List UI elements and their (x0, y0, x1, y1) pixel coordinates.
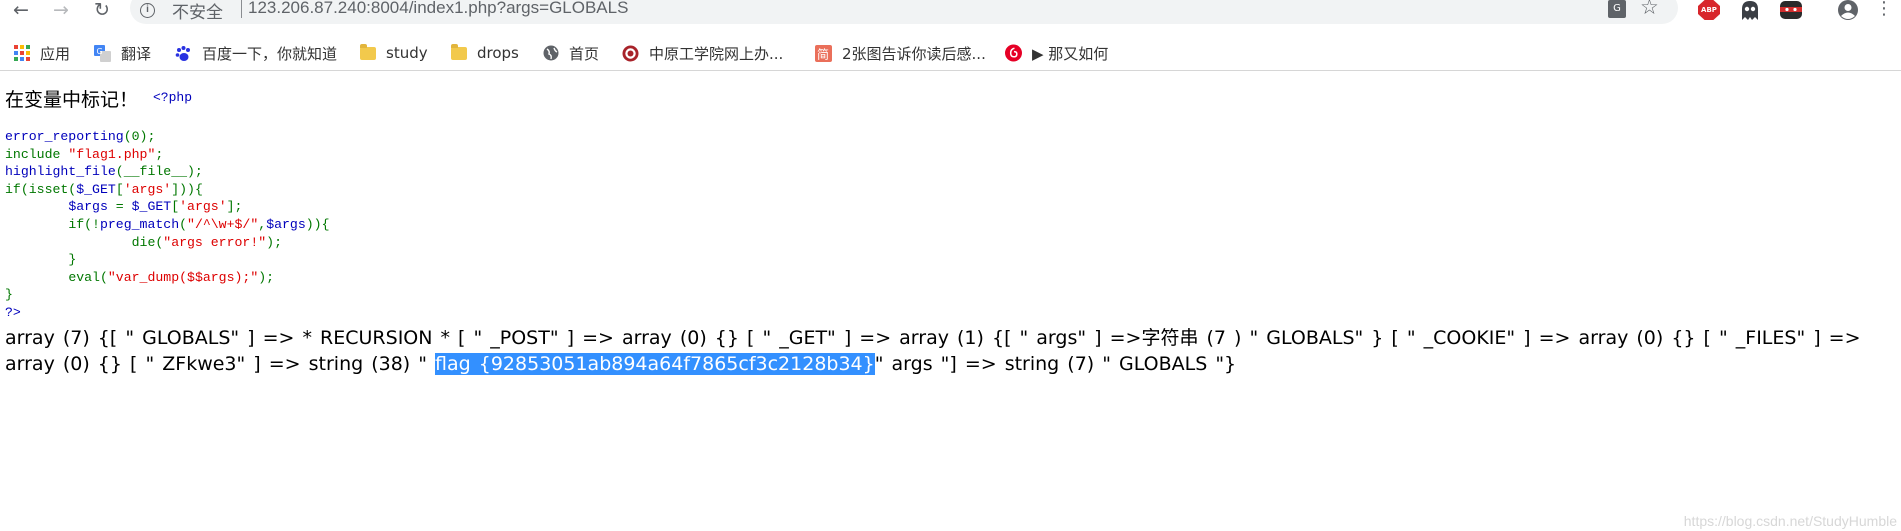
translate-icon[interactable]: G (1608, 0, 1626, 18)
bookmark-apps[interactable]: 应用 (13, 41, 70, 65)
info-icon[interactable]: i (140, 3, 155, 18)
bookmark-label: 百度一下，你就知道 (202, 44, 338, 63)
source-code: error_reporting(0); include "flag1.php";… (5, 129, 330, 320)
bookmark-label: 中原工学院网上办... (649, 44, 784, 63)
watermark: https://blog.csdn.net/StudyHumble (1683, 513, 1897, 529)
bookmark-star-icon[interactable]: ☆ (1640, 0, 1659, 19)
folder-icon (359, 43, 376, 62)
bookmark-translate[interactable]: G 翻译 (94, 41, 151, 65)
svg-text:简: 简 (817, 47, 829, 61)
var-dump-output[interactable]: array (7) {[ " GLOBALS" ] => * RECURSION… (5, 325, 1885, 377)
bookmark-label: 翻译 (121, 44, 152, 63)
folder-icon (450, 43, 467, 62)
bookmarks-bar: 应用 G 翻译 百度一下，你就知道 study drops 首页 中原工学院网上… (0, 34, 1901, 71)
bookmark-article[interactable]: 简 2张图告诉你读后感... (815, 41, 986, 65)
back-button[interactable]: ← (8, 0, 34, 21)
kebab-menu-icon[interactable]: ⋮ (1875, 0, 1893, 20)
bookmark-drops[interactable]: drops (450, 41, 519, 65)
forward-button[interactable]: → (48, 0, 74, 21)
baidu-paw-icon (175, 45, 192, 62)
bookmark-label: 应用 (40, 44, 71, 63)
netease-music-icon (1005, 44, 1022, 62)
bookmark-baidu[interactable]: 百度一下，你就知道 (175, 41, 337, 65)
security-status[interactable]: 不安全 (172, 0, 223, 23)
bookmark-label: ▶ 那又如何 (1032, 44, 1109, 63)
output-text-tail: " args "] => string (7) " GLOBALS "} (874, 353, 1237, 375)
school-logo-icon (622, 45, 639, 62)
bookmark-school[interactable]: 中原工学院网上办... (622, 41, 783, 65)
bookmark-label: 2张图告诉你读后感... (842, 44, 986, 63)
page-title: 在变量中标记！ (5, 89, 139, 111)
apps-grid-icon (13, 45, 30, 62)
translate-icon: G (94, 44, 111, 62)
reload-icon: ↻ (94, 0, 110, 21)
address-bar[interactable]: i 不安全 123.206.87.240:8004/index1.php?arg… (130, 0, 1678, 24)
bookmark-label: drops (477, 44, 519, 62)
reload-button[interactable]: ↻ (89, 0, 115, 21)
bookmark-music[interactable]: ▶ 那又如何 (1005, 41, 1108, 65)
php-open-tag: <?php (153, 90, 193, 105)
address-separator (241, 0, 242, 18)
back-arrow-icon: ← (13, 0, 29, 21)
browser-window: ← → ↻ i 不安全 123.206.87.240:8004/index1.p… (0, 0, 1901, 531)
jian-icon: 简 (815, 44, 832, 62)
bookmark-study[interactable]: study (359, 41, 428, 65)
browser-toolbar: ← → ↻ i 不安全 123.206.87.240:8004/index1.p… (0, 0, 1901, 34)
bookmark-label: 首页 (569, 44, 600, 63)
profile-avatar-icon[interactable] (1836, 0, 1860, 20)
bookmark-label: study (386, 44, 428, 62)
ghostery-icon[interactable] (1739, 0, 1761, 20)
url-text[interactable]: 123.206.87.240:8004/index1.php?args=GLOB… (248, 0, 628, 18)
ninja-extension-icon[interactable] (1779, 0, 1803, 20)
page-content: 在变量中标记！ <?php error_reporting(0); includ… (0, 71, 1901, 531)
selected-flag-text[interactable]: flag {92853051ab894a64f7865cf3c2128b34} (435, 353, 875, 375)
bookmark-home[interactable]: 首页 (542, 41, 599, 65)
adblock-plus-icon[interactable]: ABP (1698, 0, 1720, 20)
globe-icon (542, 45, 559, 62)
forward-arrow-icon: → (53, 0, 69, 21)
svg-text:G: G (97, 47, 103, 56)
